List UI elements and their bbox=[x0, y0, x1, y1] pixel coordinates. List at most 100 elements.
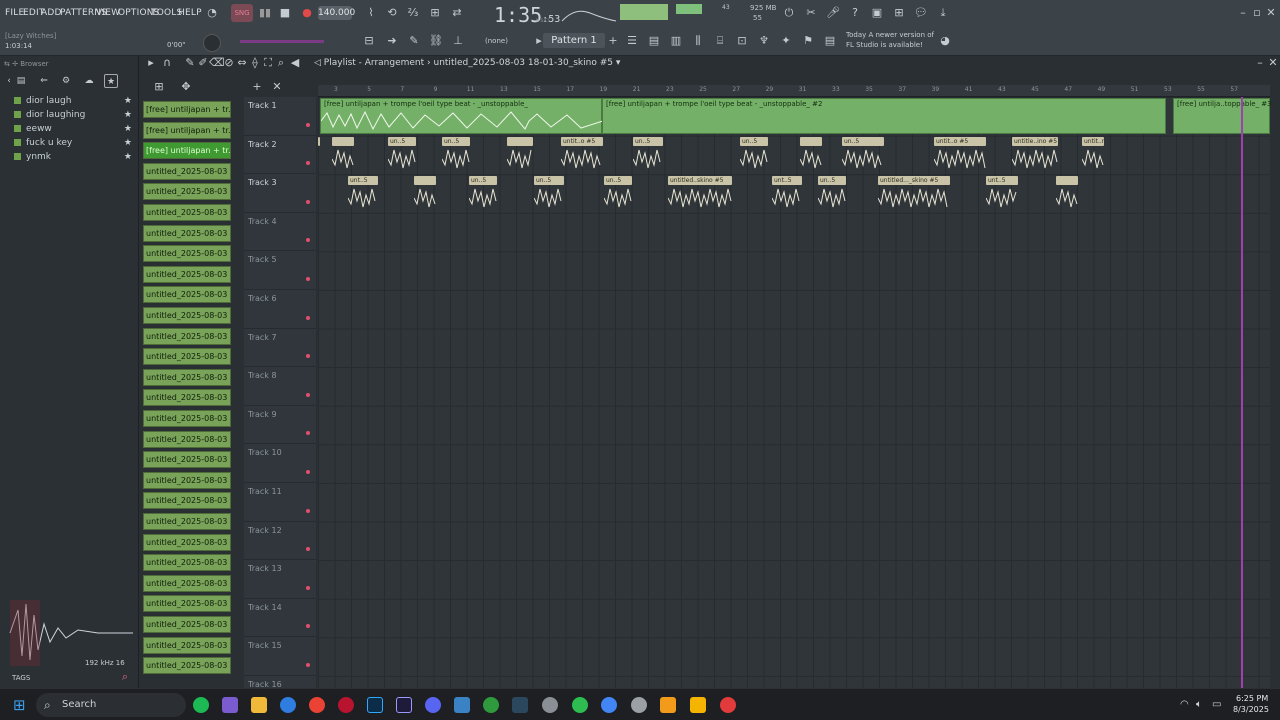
picker-clip[interactable]: untitled_2025-08-03 18-... bbox=[143, 451, 231, 469]
close-icon[interactable]: ✕ bbox=[1264, 6, 1278, 20]
song-mode-toggle[interactable]: SNG bbox=[231, 4, 253, 22]
picker-clip[interactable]: untitled_2025-08-03 18-... bbox=[143, 265, 231, 283]
playhead-marker[interactable] bbox=[1241, 97, 1243, 688]
windows-start-icon[interactable]: ⊞ bbox=[13, 697, 29, 713]
steam-icon[interactable] bbox=[512, 697, 528, 713]
add-pattern-icon[interactable]: + bbox=[606, 34, 620, 48]
picker-clip[interactable]: untitled_2025-08-03 18-... bbox=[143, 410, 231, 427]
audio-clip[interactable]: un..5 bbox=[604, 176, 632, 212]
update-hint-line2[interactable]: FL Studio is available! bbox=[846, 41, 923, 49]
mute-tool-icon[interactable]: ⊘ bbox=[222, 56, 236, 70]
folder-icon[interactable] bbox=[690, 697, 706, 713]
star-icon[interactable]: ★ bbox=[124, 124, 132, 134]
browser-icon[interactable]: ⌸ bbox=[713, 34, 727, 48]
track-header[interactable]: Track 5 bbox=[244, 251, 316, 290]
audio-clip[interactable]: un..5 bbox=[842, 137, 884, 173]
audio-clip[interactable] bbox=[332, 137, 354, 173]
power-icon[interactable]: ⏻ bbox=[782, 6, 796, 20]
browser-item[interactable]: dior laugh ★ bbox=[14, 96, 136, 108]
stamp-icon[interactable]: ⊥ bbox=[451, 34, 465, 48]
picker-clip[interactable]: untitled_2025-08-03 18-... bbox=[143, 183, 231, 201]
audio-clip[interactable]: unt..5 bbox=[348, 176, 378, 212]
blend-icon[interactable]: ⅔ bbox=[406, 6, 420, 20]
picker-clip[interactable]: untitled_2025-08-03 18-... bbox=[143, 513, 231, 530]
microphone-icon[interactable]: 🎤︎ bbox=[826, 6, 840, 20]
taskbar-time[interactable]: 6:25 PM bbox=[1236, 694, 1268, 703]
picker-clip[interactable]: [free] untiljapan + tr... bbox=[143, 142, 231, 160]
picker-clip[interactable]: untitled_2025-08-03 18-... bbox=[143, 307, 231, 324]
track-mute-dot[interactable] bbox=[306, 547, 310, 552]
file-explorer-icon[interactable] bbox=[251, 697, 267, 713]
select-tool-icon[interactable]: ⛶ bbox=[261, 56, 275, 70]
plugin-picker-icon[interactable]: ⊡ bbox=[735, 34, 749, 48]
audio-clip[interactable]: un..5 bbox=[740, 137, 768, 173]
link-icon[interactable]: ⛓ bbox=[429, 34, 443, 48]
add-track-icon[interactable]: + bbox=[250, 80, 264, 94]
menu-add[interactable]: ADD bbox=[41, 8, 62, 18]
after-effects-icon[interactable] bbox=[396, 697, 412, 713]
picker-clip[interactable]: untitled_2025-08-03 18-... bbox=[143, 471, 231, 489]
tags-label[interactable]: TAGS bbox=[12, 674, 30, 682]
channel-rack-icon[interactable]: ▥ bbox=[669, 34, 683, 48]
track-header[interactable]: Track 7 bbox=[244, 329, 316, 368]
browser-item[interactable]: eeww ★ bbox=[14, 124, 136, 136]
picker-clip[interactable]: untitled_2025-08-03 18-... bbox=[143, 204, 231, 221]
stop-icon[interactable]: ■ bbox=[278, 6, 292, 20]
photos-icon[interactable] bbox=[454, 697, 470, 713]
snap-icon[interactable]: ⊟ bbox=[362, 34, 376, 48]
track-header[interactable]: Track 2 bbox=[244, 136, 316, 175]
audio-clip[interactable]: un..5 bbox=[388, 137, 416, 173]
track-mute-dot[interactable] bbox=[306, 199, 310, 204]
audio-clip-main-2[interactable]: [free] untiljapan + trompe l'oeil type b… bbox=[602, 98, 1166, 134]
menu-file[interactable]: FILE bbox=[5, 8, 24, 18]
audio-clip[interactable] bbox=[1056, 176, 1078, 212]
track-header[interactable]: Track 12 bbox=[244, 522, 316, 561]
picker-clip[interactable]: untitled_2025-08-03 18-... bbox=[143, 389, 231, 407]
music-app-icon[interactable] bbox=[572, 697, 588, 713]
menu-view[interactable]: VIEW bbox=[96, 8, 120, 18]
track-mute-dot[interactable] bbox=[306, 354, 310, 359]
audio-clip[interactable]: un..5 bbox=[633, 137, 663, 173]
track-mute-dot[interactable] bbox=[306, 161, 310, 166]
picker-clip[interactable]: untitled_2025-08-03 18-... bbox=[143, 616, 231, 633]
track-header[interactable]: Track 3 bbox=[244, 174, 316, 213]
wait-icon[interactable]: ⌇ bbox=[364, 6, 378, 20]
track-header[interactable]: Track 11 bbox=[244, 483, 316, 522]
draw-tool-icon[interactable]: ✎ bbox=[183, 56, 197, 70]
browser-item[interactable]: ynmk ★ bbox=[14, 152, 136, 164]
project-icon[interactable]: ✦ bbox=[779, 34, 793, 48]
minimize-icon[interactable]: – bbox=[1236, 6, 1250, 20]
piano-roll-icon[interactable]: ▤ bbox=[647, 34, 661, 48]
cut-icon[interactable]: ✂ bbox=[804, 6, 818, 20]
xbox-icon[interactable] bbox=[483, 697, 499, 713]
picker-clip[interactable]: untitled_2025-08-03 18-... bbox=[143, 368, 231, 386]
chrome-icon[interactable] bbox=[309, 697, 325, 713]
gear-icon[interactable] bbox=[631, 697, 647, 713]
magnet-icon[interactable]: ∩ bbox=[160, 56, 174, 70]
playback-tool-icon[interactable]: ◀︎ bbox=[288, 56, 302, 70]
audio-clip[interactable]: un..5 bbox=[469, 176, 497, 212]
taskbar-search[interactable]: ⌕ Search bbox=[36, 693, 186, 717]
playlist-menu-icon[interactable]: ▸ bbox=[144, 56, 158, 70]
wifi-icon[interactable]: ◠ bbox=[1180, 699, 1189, 710]
track-mute-dot[interactable] bbox=[306, 662, 310, 667]
audio-clip[interactable]: untit..o #5 bbox=[561, 137, 603, 173]
track-mute-dot[interactable] bbox=[306, 469, 310, 474]
slip-tool-icon[interactable]: ⇔ bbox=[235, 56, 249, 70]
countdown-icon[interactable]: ⇄ bbox=[450, 6, 464, 20]
audio-clip[interactable] bbox=[507, 137, 533, 173]
pencil-icon[interactable]: ✎ bbox=[407, 34, 421, 48]
save-icon[interactable]: ▣ bbox=[870, 6, 884, 20]
browser-settings-icon[interactable]: ⚙ bbox=[59, 74, 73, 88]
track-mute-dot[interactable] bbox=[306, 431, 310, 436]
playlist-minimize-icon[interactable]: – bbox=[1253, 56, 1267, 70]
search-tags-icon[interactable]: ⌕ bbox=[118, 670, 132, 684]
track-mute-dot[interactable] bbox=[306, 585, 310, 590]
browser-star-icon[interactable]: ★ bbox=[104, 74, 118, 88]
star-icon[interactable]: ★ bbox=[124, 152, 132, 162]
spotify-icon[interactable] bbox=[193, 697, 209, 713]
picker-arrows-icon[interactable]: ✥ bbox=[179, 80, 193, 94]
settings-icon[interactable] bbox=[542, 697, 558, 713]
loop-icon[interactable]: ⟲ bbox=[385, 6, 399, 20]
remote-icon[interactable]: ⚑ bbox=[801, 34, 815, 48]
